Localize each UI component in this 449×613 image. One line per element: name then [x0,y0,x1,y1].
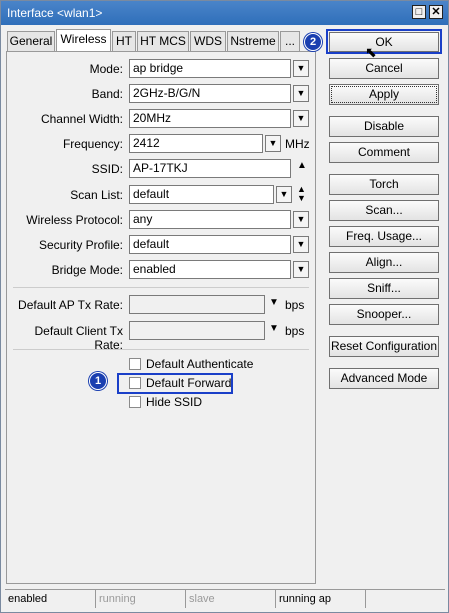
frequency-row: Frequency: 2412 ▼ MHz [7,134,317,154]
scan-list-select[interactable]: default [129,185,274,204]
wireless-panel: Mode: ap bridge ▼ Band: 2GHz-B/G/N ▼ Cha… [6,51,316,584]
window-title: Interface <wlan1> [7,6,103,20]
scan-button[interactable]: Scan... [329,200,439,221]
cancel-button[interactable]: Cancel [329,58,439,79]
scan-list-updown-icon[interactable]: ▲ ▼ [297,185,306,203]
default-ap-tx-rate-label: Default AP Tx Rate: [18,298,123,312]
band-dropdown-icon[interactable]: ▼ [293,85,309,102]
wireless-protocol-label: Wireless Protocol: [26,213,123,227]
scan-list-label: Scan List: [70,188,123,202]
band-label: Band: [91,87,123,101]
tab-wds[interactable]: WDS [190,31,226,51]
ok-highlight [326,29,442,54]
scan-list-dropdown-icon[interactable]: ▼ [276,186,292,203]
default-client-tx-rate-dropdown-icon[interactable]: ▼ [269,323,279,334]
mode-label: Mode: [89,62,123,76]
tab-ht[interactable]: HT [112,31,136,51]
security-profile-label: Security Profile: [38,238,123,252]
frequency-label: Frequency: [62,137,123,151]
apply-button[interactable]: Apply [329,84,439,105]
default-authenticate-checkbox[interactable] [129,358,141,370]
channel-width-row: Channel Width: 20MHz ▼ [7,109,317,129]
band-select[interactable]: 2GHz-B/G/N [129,84,291,103]
comment-button[interactable]: Comment [329,142,439,163]
wireless-protocol-select[interactable]: any [129,210,291,229]
status-enabled: enabled [8,593,48,605]
status-empty [365,590,445,608]
default-ap-tx-rate-row: Default AP Tx Rate: ▼ bps [7,295,317,315]
callout-2-badge: 2 [304,33,322,51]
tab-ht-mcs[interactable]: HT MCS [137,31,189,51]
scan-list-row: Scan List: default ▼ ▲ ▼ [7,185,317,205]
default-forward-highlight [117,373,233,394]
default-client-tx-rate-label: Default Client Tx Rate: [34,324,123,352]
mode-row: Mode: ap bridge ▼ [7,59,317,79]
bridge-mode-dropdown-icon[interactable]: ▼ [293,261,309,278]
channel-width-dropdown-icon[interactable]: ▼ [293,110,309,127]
ssid-row: SSID: AP-17TKJ ▲ [7,159,317,179]
default-ap-tx-rate-input[interactable] [129,295,265,314]
tab-wireless[interactable]: Wireless [56,29,111,51]
frequency-unit: MHz [285,137,310,151]
security-profile-row: Security Profile: default ▼ [7,235,317,255]
divider [13,349,309,350]
interface-window: Interface <wlan1> □ ✕ General Wireless H… [0,0,449,613]
ssid-collapse-icon[interactable]: ▲ [297,160,307,171]
sniff-button[interactable]: Sniff... [329,278,439,299]
frequency-dropdown-icon[interactable]: ▼ [265,135,281,152]
mode-select[interactable]: ap bridge [129,59,291,78]
tab-general[interactable]: General [7,31,55,51]
channel-width-select[interactable]: 20MHz [129,109,291,128]
bridge-mode-label: Bridge Mode: [51,263,123,277]
ssid-label: SSID: [91,162,123,176]
status-slave: slave [185,590,275,608]
hide-ssid-label: Hide SSID [146,395,203,409]
security-profile-select[interactable]: default [129,235,291,254]
align-button[interactable]: Align... [329,252,439,273]
disable-button[interactable]: Disable [329,116,439,137]
torch-button[interactable]: Torch [329,174,439,195]
wireless-protocol-dropdown-icon[interactable]: ▼ [293,211,309,228]
default-client-tx-rate-row: Default Client Tx Rate: ▼ bps [7,321,317,352]
close-icon[interactable]: ✕ [429,5,443,19]
tab-nstreme[interactable]: Nstreme [227,31,279,51]
hide-ssid-checkbox[interactable] [129,396,141,408]
default-client-tx-rate-unit: bps [285,324,305,338]
tab-more[interactable]: ... [280,31,300,51]
bridge-mode-select[interactable]: enabled [129,260,291,279]
frequency-select[interactable]: 2412 [129,134,263,153]
security-profile-dropdown-icon[interactable]: ▼ [293,236,309,253]
wireless-protocol-row: Wireless Protocol: any ▼ [7,210,317,230]
mouse-cursor-icon: ⬉ [365,44,377,60]
callout-1-badge: 1 [89,372,107,390]
default-authenticate-label: Default Authenticate [146,357,254,371]
title-bar[interactable]: Interface <wlan1> □ ✕ [1,1,448,25]
mode-dropdown-icon[interactable]: ▼ [293,60,309,77]
status-bar: enabled running slave running ap [5,589,445,608]
bridge-mode-row: Bridge Mode: enabled ▼ [7,260,317,280]
snooper-button[interactable]: Snooper... [329,304,439,325]
status-running-ap: running ap [275,590,365,608]
maximize-icon[interactable]: □ [412,5,426,19]
default-client-tx-rate-input[interactable] [129,321,265,340]
default-ap-tx-rate-unit: bps [285,298,305,312]
reset-configuration-button[interactable]: Reset Configuration [329,336,439,357]
freq-usage-button[interactable]: Freq. Usage... [329,226,439,247]
divider [13,287,309,288]
status-running: running [95,590,185,608]
ssid-input[interactable]: AP-17TKJ [129,159,291,178]
channel-width-label: Channel Width: [40,112,123,126]
advanced-mode-button[interactable]: Advanced Mode [329,368,439,389]
band-row: Band: 2GHz-B/G/N ▼ [7,84,317,104]
default-ap-tx-rate-dropdown-icon[interactable]: ▼ [269,297,279,308]
